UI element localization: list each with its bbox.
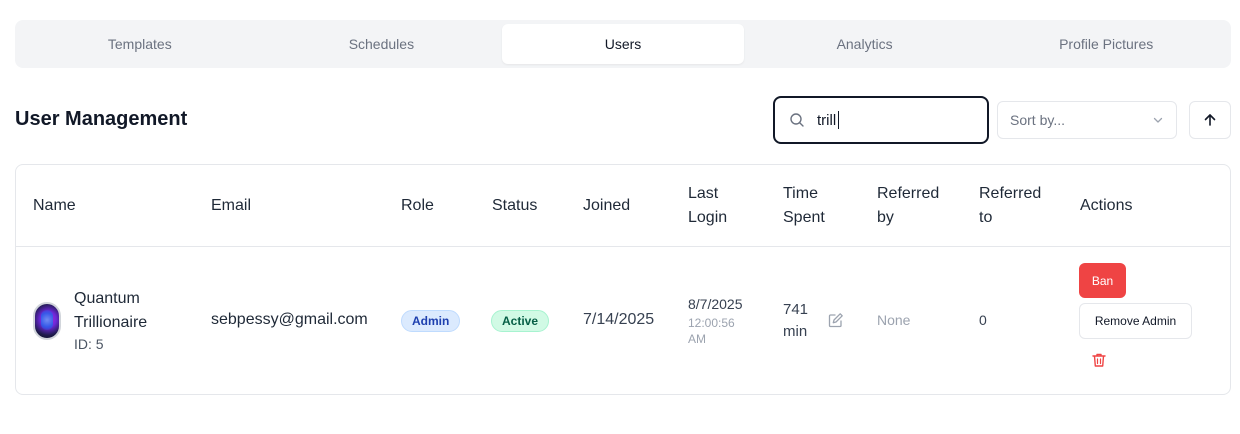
header-last-login-line2: Login <box>688 209 728 226</box>
trash-icon <box>1092 353 1106 367</box>
header-actions: Actions <box>1080 197 1133 214</box>
arrow-up-icon <box>1204 114 1216 126</box>
header-referred-to-line2: to <box>979 209 993 226</box>
user-email: sebpessy@gmail.com <box>211 311 368 328</box>
header-time-spent[interactable]: Time Spent <box>783 182 825 230</box>
edit-time-button[interactable] <box>828 312 844 333</box>
users-table: Name Email Role Status Joined Last Login… <box>15 164 1231 395</box>
header-referred-by[interactable]: Referred by <box>877 182 939 230</box>
role-badge: Admin <box>401 310 461 332</box>
user-name: Quantum Trillionaire <box>74 287 147 335</box>
delete-user-button[interactable] <box>1091 352 1107 373</box>
header-last-login[interactable]: Last Login <box>688 182 727 230</box>
page-title: User Management <box>15 108 188 130</box>
time-spent-line2: min <box>783 323 808 340</box>
header-last-login-line1: Last <box>688 185 719 202</box>
referred-to: 0 <box>979 312 987 328</box>
sort-select[interactable]: Sort by... <box>997 101 1177 139</box>
remove-admin-button[interactable]: Remove Admin <box>1079 303 1192 339</box>
header-email[interactable]: Email <box>211 194 251 218</box>
ban-button[interactable]: Ban <box>1079 263 1126 298</box>
user-name-line2: Trillionaire <box>74 314 148 331</box>
header-joined[interactable]: Joined <box>583 194 630 218</box>
tab-templates[interactable]: Templates <box>19 24 261 64</box>
avatar <box>33 302 61 340</box>
tab-analytics[interactable]: Analytics <box>744 24 986 64</box>
header-time-spent-line2: Spent <box>783 209 825 226</box>
user-name-line1: Quantum <box>74 290 140 307</box>
last-login-time-line1: 12:00:56 <box>688 316 735 330</box>
header-name[interactable]: Name <box>33 194 76 218</box>
search-box[interactable] <box>773 96 989 144</box>
edit-icon <box>828 313 843 328</box>
header-referred-to-line1: Referred <box>979 185 1042 202</box>
last-login-time-line2: AM <box>688 332 706 346</box>
tab-bar: Templates Schedules Users Analytics Prof… <box>15 20 1231 68</box>
user-id: ID: 5 <box>74 336 104 352</box>
header-status[interactable]: Status <box>492 194 537 218</box>
referred-by: None <box>877 312 911 328</box>
search-input[interactable] <box>817 111 967 129</box>
tab-users[interactable]: Users <box>502 24 744 64</box>
tab-schedules[interactable]: Schedules <box>261 24 503 64</box>
status-badge: Active <box>491 310 550 332</box>
header-referred-by-line2: by <box>877 209 894 226</box>
header-referred-by-line1: Referred <box>877 185 940 202</box>
search-icon <box>790 113 804 127</box>
time-spent-line1: 741 <box>783 301 809 318</box>
joined-date: 7/14/2025 <box>583 311 655 328</box>
chevron-down-icon <box>1153 117 1163 123</box>
tab-profile-pictures[interactable]: Profile Pictures <box>985 24 1227 64</box>
time-spent: 741 min <box>783 299 808 343</box>
last-login-date: 8/7/2025 <box>688 296 743 312</box>
sort-direction-button[interactable] <box>1189 101 1231 139</box>
header-referred-to[interactable]: Referred to <box>979 182 1041 230</box>
last-login-time: 12:00:56 AM <box>688 315 735 347</box>
header-divider <box>16 246 1230 247</box>
header-role[interactable]: Role <box>401 194 434 218</box>
text-caret <box>838 111 839 129</box>
sort-placeholder: Sort by... <box>1010 112 1065 128</box>
header-time-spent-line1: Time <box>783 185 818 202</box>
